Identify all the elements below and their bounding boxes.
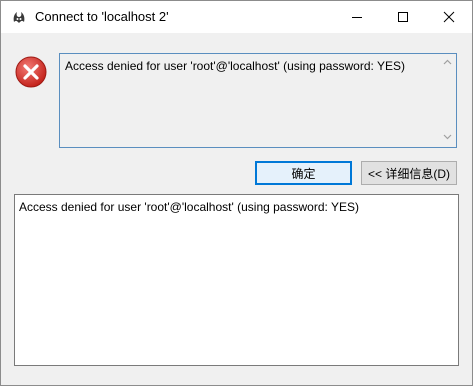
error-message: Access denied for user 'root'@'localhost…: [65, 59, 405, 73]
error-icon: [15, 56, 47, 88]
dialog-window: Connect to 'localhost 2' Access denied f…: [0, 0, 473, 386]
ok-button-label: 确定: [291, 166, 316, 181]
maximize-icon: [398, 12, 408, 22]
navicat-icon: [11, 9, 27, 25]
window-title: Connect to 'localhost 2': [35, 9, 169, 24]
scroll-down-icon[interactable]: [443, 134, 452, 140]
ok-button[interactable]: 确定: [255, 161, 352, 185]
details-toggle-button[interactable]: << 详细信息(D): [361, 161, 457, 185]
message-scrollbar[interactable]: [439, 54, 456, 147]
close-icon: [443, 11, 455, 23]
maximize-button[interactable]: [380, 1, 426, 33]
minimize-icon: [352, 17, 362, 18]
scroll-up-icon[interactable]: [443, 59, 452, 65]
details-textarea[interactable]: Access denied for user 'root'@'localhost…: [14, 194, 459, 366]
title-bar[interactable]: Connect to 'localhost 2': [1, 1, 472, 33]
details-button-label: << 详细信息(D): [367, 166, 450, 181]
details-text: Access denied for user 'root'@'localhost…: [19, 200, 359, 214]
close-button[interactable]: [426, 1, 472, 33]
message-box[interactable]: Access denied for user 'root'@'localhost…: [59, 53, 457, 148]
minimize-button[interactable]: [334, 1, 380, 33]
